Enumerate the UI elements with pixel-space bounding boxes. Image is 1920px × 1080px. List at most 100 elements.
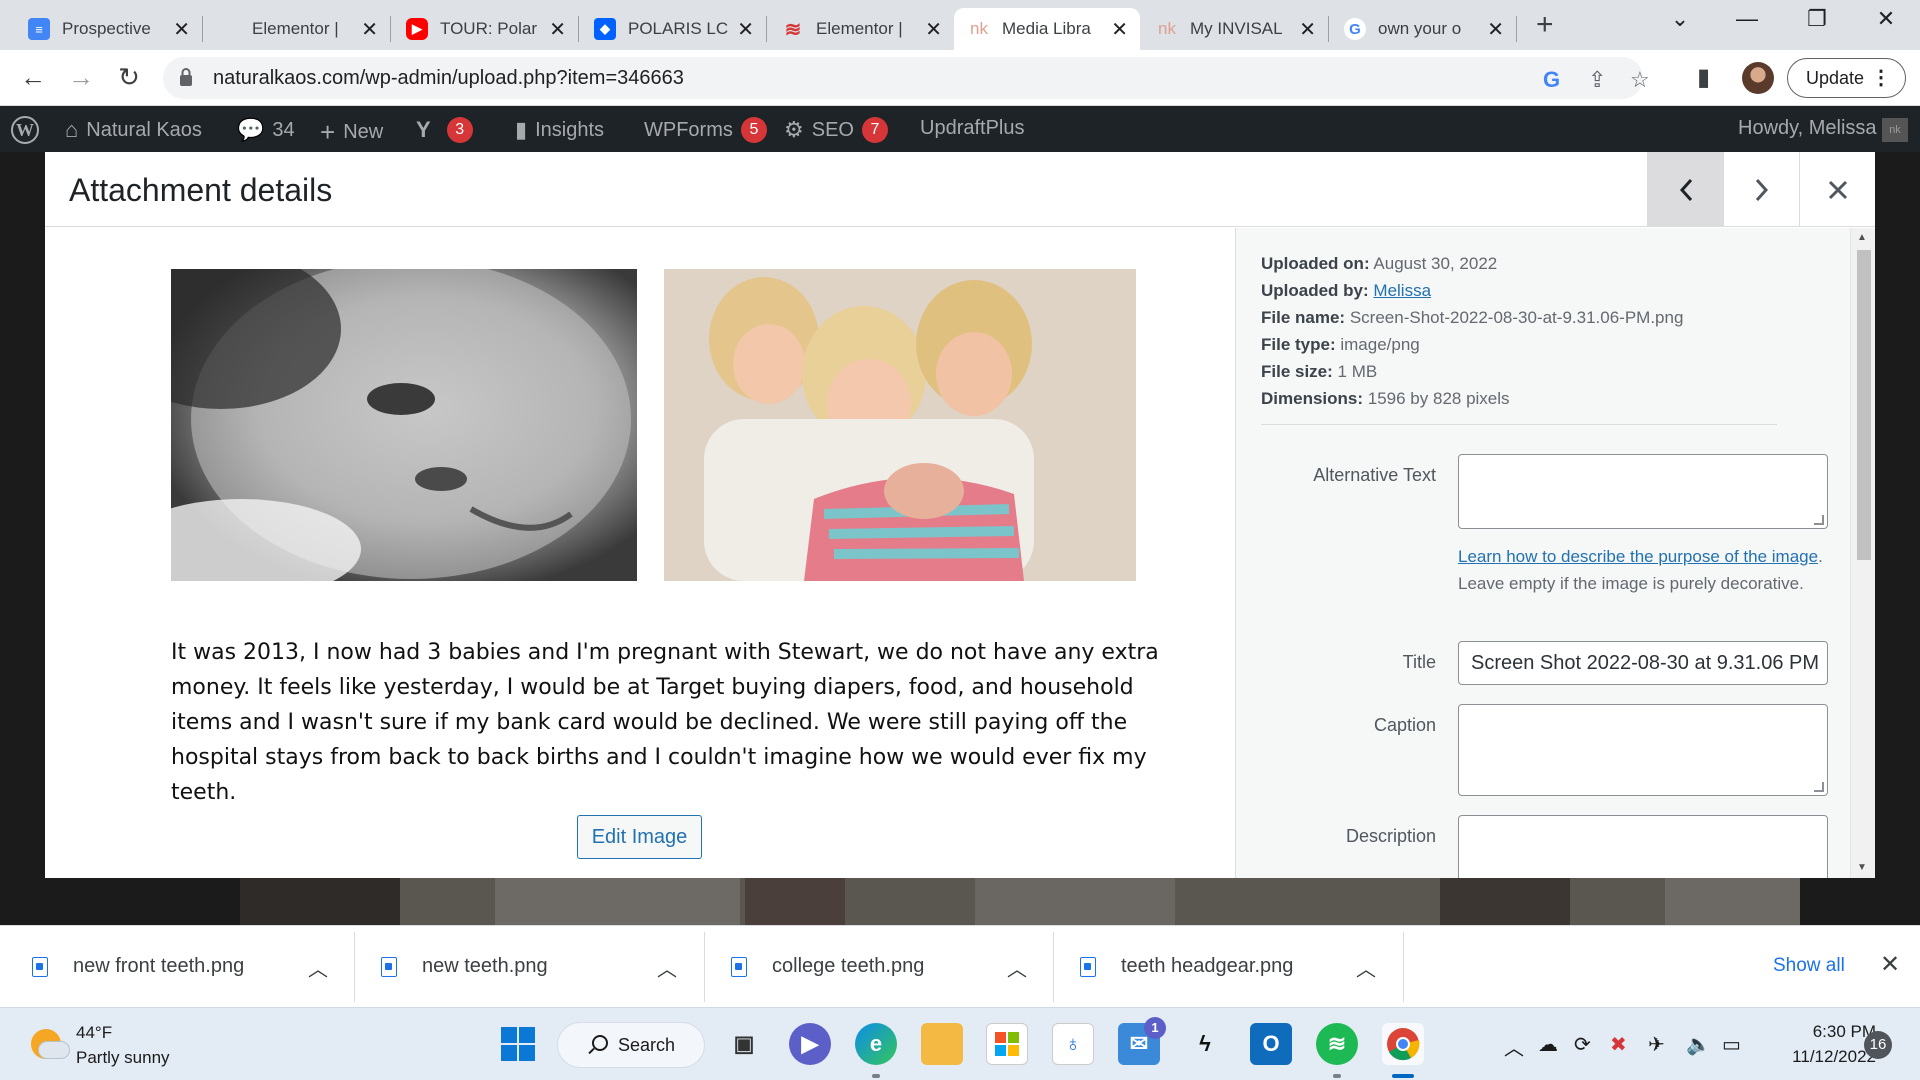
file-explorer-icon[interactable] xyxy=(921,1023,963,1065)
forward-icon[interactable]: → xyxy=(64,62,98,92)
clock-time[interactable]: 6:30 PM xyxy=(1780,1022,1876,1042)
download-item[interactable]: new front teeth.png ︿ xyxy=(0,926,350,1008)
previous-attachment-button[interactable] xyxy=(1647,152,1723,227)
airplane-mode-icon[interactable]: ✈ xyxy=(1648,1032,1665,1057)
chevron-up-icon[interactable]: ︿ xyxy=(1356,953,1376,982)
profile-avatar[interactable] xyxy=(1742,62,1774,94)
google-lens-icon[interactable]: G xyxy=(1543,67,1560,93)
chevron-up-icon[interactable]: ︿ xyxy=(1504,1032,1524,1061)
admin-bar-updraftplus[interactable]: UpdraftPlus xyxy=(920,117,1025,140)
scroll-up-icon[interactable]: ▲ xyxy=(1857,232,1867,243)
onedrive-cloud-icon[interactable]: ☁ xyxy=(1538,1032,1558,1057)
task-view-icon[interactable]: ▣ xyxy=(723,1023,765,1065)
dropbox-status-icon[interactable]: ✖ xyxy=(1610,1032,1627,1057)
close-tab-icon[interactable]: ✕ xyxy=(173,17,190,42)
close-tab-icon[interactable]: ✕ xyxy=(925,17,942,42)
resize-handle-icon[interactable] xyxy=(1814,515,1824,525)
download-item[interactable]: college teeth.png ︿ xyxy=(699,926,1049,1008)
weather-description[interactable]: Partly sunny xyxy=(76,1048,170,1068)
tab-my-invisalign[interactable]: nk My INVISAL ✕ xyxy=(1142,8,1328,50)
dimensions-row: Dimensions: 1596 by 828 pixels xyxy=(1261,385,1683,412)
wordpress-logo-icon[interactable]: W xyxy=(11,116,39,144)
google-icon: G xyxy=(1344,18,1366,40)
minimize-icon[interactable]: — xyxy=(1727,6,1767,32)
restore-icon[interactable]: ❐ xyxy=(1797,6,1837,32)
teams-chat-icon[interactable]: ▶ xyxy=(789,1023,831,1065)
tab-elementor-2[interactable]: ≋ Elementor | ✕ xyxy=(768,8,954,50)
tab-media-library[interactable]: nk Media Libra ✕ xyxy=(954,8,1140,50)
tab-elementor-1[interactable]: Elementor | ✕ xyxy=(204,8,390,50)
description-field[interactable] xyxy=(1458,815,1828,878)
file-details: Uploaded on: August 30, 2022 Uploaded by… xyxy=(1261,250,1683,412)
chevron-up-icon[interactable]: ︿ xyxy=(1007,953,1027,982)
clock-date[interactable]: 11/12/2022 xyxy=(1772,1047,1876,1067)
alt-text-help-link[interactable]: Learn how to describe the purpose of the… xyxy=(1458,547,1818,566)
chrome-icon[interactable] xyxy=(1382,1023,1424,1065)
spotify-icon[interactable]: ≋ xyxy=(1316,1023,1358,1065)
bookmark-star-icon[interactable]: ☆ xyxy=(1630,67,1650,93)
caption-label: Caption xyxy=(1373,715,1436,735)
close-modal-button[interactable] xyxy=(1799,152,1875,227)
lock-icon[interactable] xyxy=(179,67,193,87)
edit-image-button[interactable]: Edit Image xyxy=(577,815,702,859)
show-all-downloads-link[interactable]: Show all xyxy=(1773,955,1845,977)
sync-icon[interactable]: ⟳ xyxy=(1574,1032,1591,1057)
scrollbar-thumb[interactable] xyxy=(1857,250,1871,560)
close-downloads-icon[interactable]: ✕ xyxy=(1880,950,1900,979)
notification-badge[interactable]: 16 xyxy=(1864,1031,1892,1059)
close-window-icon[interactable]: ✕ xyxy=(1866,6,1906,32)
tab-search-chevron-icon[interactable]: ⌄ xyxy=(1660,6,1700,32)
side-panel-icon[interactable]: ▮ xyxy=(1697,63,1710,92)
next-attachment-button[interactable] xyxy=(1723,152,1799,227)
baby-photo xyxy=(171,269,637,581)
battery-icon[interactable]: ▭ xyxy=(1722,1032,1741,1057)
admin-bar-comments[interactable]: 💬 34 xyxy=(237,117,295,143)
uploader-link[interactable]: Melissa xyxy=(1373,281,1431,300)
windows-start-icon[interactable] xyxy=(497,1023,539,1065)
share-icon[interactable]: ⇪ xyxy=(1588,67,1606,93)
caption-field[interactable] xyxy=(1458,704,1828,796)
update-button[interactable]: Update ⋮ xyxy=(1787,58,1906,98)
chevron-up-icon[interactable]: ︿ xyxy=(308,953,328,982)
weather-temperature[interactable]: 44°F xyxy=(76,1023,112,1043)
taskbar-search[interactable]: Search xyxy=(557,1022,705,1068)
tab-dropbox-polaris[interactable]: ◆ POLARIS LC ✕ xyxy=(580,8,766,50)
edge-browser-icon[interactable]: e xyxy=(855,1023,897,1065)
download-item[interactable]: new teeth.png ︿ xyxy=(349,926,699,1008)
close-tab-icon[interactable]: ✕ xyxy=(361,17,378,42)
close-tab-icon[interactable]: ✕ xyxy=(1111,17,1128,42)
alt-text-field[interactable] xyxy=(1458,454,1828,529)
title-field[interactable]: Screen Shot 2022-08-30 at 9.31.06 PM xyxy=(1458,641,1828,685)
mail-icon[interactable]: ✉ 1 xyxy=(1118,1017,1166,1065)
user-avatar[interactable]: nk xyxy=(1882,118,1908,142)
details-scrollbar[interactable]: ▲ ▼ xyxy=(1850,228,1875,878)
tab-prospective[interactable]: ≡ Prospective ✕ xyxy=(14,8,202,50)
outlook-icon[interactable]: O xyxy=(1250,1023,1292,1065)
resize-handle-icon[interactable] xyxy=(1814,782,1824,792)
reload-icon[interactable]: ↻ xyxy=(112,62,146,92)
admin-bar-insights[interactable]: ▮ Insights xyxy=(515,117,604,143)
tab-google-search[interactable]: G own your o ✕ xyxy=(1330,8,1516,50)
medal-app-icon[interactable]: ♁ xyxy=(1052,1023,1094,1065)
new-tab-button[interactable]: + xyxy=(1536,10,1554,40)
chevron-up-icon[interactable]: ︿ xyxy=(657,953,677,982)
close-tab-icon[interactable]: ✕ xyxy=(1487,17,1504,42)
close-tab-icon[interactable]: ✕ xyxy=(1299,17,1316,42)
tab-youtube-tour[interactable]: ▶ TOUR: Polar ✕ xyxy=(392,8,578,50)
download-item[interactable]: teeth headgear.png ︿ xyxy=(1048,926,1398,1008)
admin-bar-wpforms[interactable]: WPForms 5 xyxy=(644,117,767,143)
volume-icon[interactable]: 🔈 xyxy=(1686,1032,1711,1057)
admin-bar-yoast[interactable]: Y 3 xyxy=(416,117,473,143)
back-icon[interactable]: ← xyxy=(16,62,50,92)
url-text[interactable]: naturalkaos.com/wp-admin/upload.php?item… xyxy=(213,67,684,90)
scroll-down-icon[interactable]: ▼ xyxy=(1857,862,1867,873)
admin-bar-account[interactable]: Howdy, Melissa xyxy=(1738,117,1877,140)
microsoft-store-icon[interactable] xyxy=(986,1023,1028,1065)
admin-bar-site[interactable]: ⌂ Natural Kaos xyxy=(65,117,202,143)
admin-bar-seo[interactable]: ⚙ SEO 7 xyxy=(784,117,888,143)
admin-bar-new[interactable]: + New xyxy=(320,117,383,148)
close-tab-icon[interactable]: ✕ xyxy=(549,17,566,42)
address-bar[interactable]: naturalkaos.com/wp-admin/upload.php?item… xyxy=(163,57,1650,99)
close-tab-icon[interactable]: ✕ xyxy=(737,17,754,42)
lightning-app-icon[interactable]: ϟ xyxy=(1184,1023,1226,1065)
